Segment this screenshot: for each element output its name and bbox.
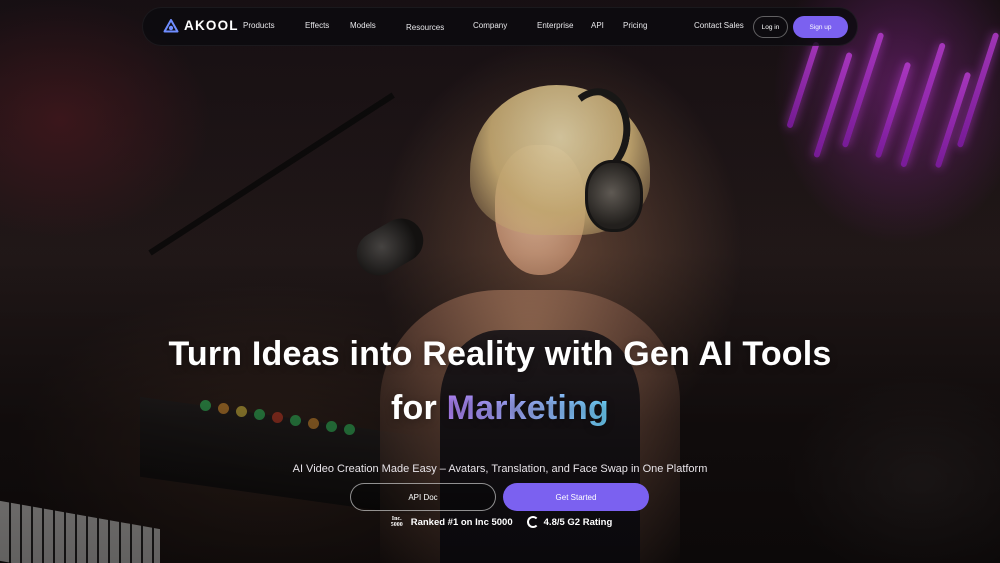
login-button[interactable]: Log in <box>753 16 788 38</box>
inc5000-badge: Inc. 5000 Ranked #1 on Inc 5000 <box>388 516 513 528</box>
nav-enterprise[interactable]: Enterprise <box>537 21 573 30</box>
g2-badge: 4.8/5 G2 Rating <box>526 516 613 528</box>
hero-background <box>0 0 1000 563</box>
api-doc-button[interactable]: API Doc <box>350 483 496 511</box>
get-started-button[interactable]: Get Started <box>503 483 649 511</box>
nav-contact-sales[interactable]: Contact Sales <box>694 21 744 30</box>
akool-logo-icon <box>163 18 179 32</box>
nav-resources[interactable]: Resources <box>406 23 444 32</box>
headline-accent-text: Marketing <box>446 389 609 427</box>
logo-text: AKOOL <box>184 18 239 33</box>
logo[interactable]: AKOOL <box>163 18 239 33</box>
nav-api[interactable]: API <box>591 21 604 30</box>
hero-headline-line2: for Marketing <box>0 389 1000 428</box>
g2-text: 4.8/5 G2 Rating <box>543 516 613 528</box>
inc5000-icon: Inc. 5000 <box>390 516 403 528</box>
headline-for-text: for <box>391 389 447 427</box>
hero-subtitle: AI Video Creation Made Easy – Avatars, T… <box>292 463 708 475</box>
nav-company[interactable]: Company <box>473 21 507 30</box>
signup-button[interactable]: Sign up <box>793 16 848 38</box>
nav-models[interactable]: Models <box>350 21 376 30</box>
g2-icon <box>526 516 539 528</box>
nav-pricing[interactable]: Pricing <box>623 21 647 30</box>
nav-products[interactable]: Products <box>243 21 275 30</box>
hero-headline: Turn Ideas into Reality with Gen AI Tool… <box>168 335 832 373</box>
trust-badges: Inc. 5000 Ranked #1 on Inc 5000 4.8/5 G2… <box>0 516 1000 528</box>
nav-effects[interactable]: Effects <box>305 21 329 30</box>
top-navbar: AKOOL Products Effects Models Resources … <box>142 7 858 46</box>
inc5000-text: Ranked #1 on Inc 5000 <box>410 516 513 528</box>
overlay <box>0 0 1000 563</box>
